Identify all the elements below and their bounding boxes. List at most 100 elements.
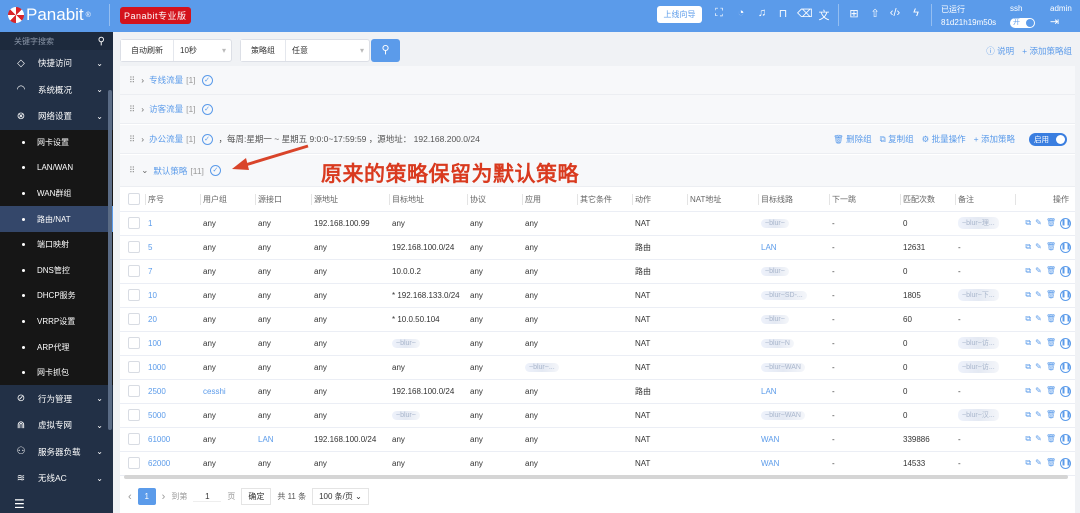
copy-icon[interactable]: ⧉	[1025, 266, 1031, 277]
add-policy-group-button[interactable]: + 添加策略组	[1022, 45, 1072, 57]
cell-id[interactable]: 5	[148, 243, 152, 252]
group-action-button[interactable]: 🗑 删除组	[833, 133, 872, 145]
page-size-select[interactable]: 100 条/页 ⌄	[312, 488, 369, 505]
group-action-button[interactable]: ⚙ 批量操作	[922, 133, 966, 145]
policy-group-row[interactable]: ⠿ › 专线流量 [1] ✓	[120, 66, 1075, 95]
sidebar-item[interactable]: ≋ 无线AC ⌄	[0, 465, 113, 492]
bell-icon[interactable]: ♫	[755, 7, 769, 19]
lightning-icon[interactable]: ϟ	[909, 7, 923, 19]
row-checkbox[interactable]	[128, 265, 140, 277]
drag-handle-icon[interactable]: ⠿	[129, 75, 135, 86]
trash-icon[interactable]: 🗑	[1046, 338, 1056, 349]
row-checkbox[interactable]	[128, 289, 140, 301]
sidebar-subitem[interactable]: LAN/WAN	[0, 155, 113, 181]
cell-id[interactable]: 1	[148, 219, 152, 228]
chevron-right-icon[interactable]: ›	[141, 104, 144, 114]
cell-id[interactable]: 100	[148, 339, 161, 348]
row-checkbox[interactable]	[128, 241, 140, 253]
chevron-right-icon[interactable]: ›	[141, 134, 144, 144]
edit-icon[interactable]: ✎	[1035, 386, 1042, 397]
pause-icon[interactable]: ❚❚	[1060, 433, 1071, 445]
row-checkbox[interactable]	[128, 217, 140, 229]
cell-line[interactable]: WAN	[761, 435, 779, 444]
row-checkbox[interactable]	[128, 385, 140, 397]
copy-icon[interactable]: ⧉	[1025, 338, 1031, 349]
collapse-menu-icon[interactable]: ☰	[14, 497, 25, 511]
trash-icon[interactable]: 🗑	[1046, 290, 1056, 301]
edit-icon[interactable]: ✎	[1035, 410, 1042, 421]
pause-icon[interactable]: ❚❚	[1060, 241, 1071, 253]
sidebar-scrollbar[interactable]	[108, 90, 112, 430]
row-checkbox[interactable]	[128, 361, 140, 373]
sidebar-subitem[interactable]: 网卡设置	[0, 130, 113, 156]
trash-icon[interactable]: 🗑	[1046, 242, 1056, 253]
logout-icon[interactable]: ⇥	[1050, 15, 1059, 28]
edit-icon[interactable]: ✎	[1035, 266, 1042, 277]
cell-line[interactable]: LAN	[761, 243, 777, 252]
drag-handle-icon[interactable]: ⠿	[129, 165, 135, 176]
sidebar-subitem[interactable]: DHCP服务	[0, 283, 113, 309]
pause-icon[interactable]: ❚❚	[1060, 337, 1071, 349]
pause-icon[interactable]: ❚❚	[1060, 457, 1071, 469]
edit-icon[interactable]: ✎	[1035, 314, 1042, 325]
cell-id[interactable]: 2500	[148, 387, 166, 396]
sidebar-subitem[interactable]: WAN群组	[0, 181, 113, 207]
cell-id[interactable]: 20	[148, 315, 157, 324]
apps-icon[interactable]: ⊞	[847, 7, 861, 20]
group-name[interactable]: 默认策略	[153, 165, 187, 177]
upload-icon[interactable]: ⇧	[868, 7, 882, 20]
drag-handle-icon[interactable]: ⠿	[129, 134, 135, 145]
policy-group-row[interactable]: ⠿ › 访客流量 [1] ✓	[120, 95, 1075, 124]
pause-icon[interactable]: ❚❚	[1060, 265, 1071, 277]
copy-icon[interactable]: ⧉	[1025, 314, 1031, 325]
group-name[interactable]: 办公流量	[149, 133, 183, 145]
edit-icon[interactable]: ✎	[1035, 338, 1042, 349]
sidebar-item[interactable]: ⚇ 服务器负载 ⌄	[0, 438, 113, 465]
trash-icon[interactable]: 🗑	[1046, 266, 1056, 277]
copy-icon[interactable]: ⧉	[1025, 242, 1031, 253]
search-button[interactable]: ⚲	[371, 39, 400, 62]
trash-icon[interactable]: 🗑	[1046, 386, 1056, 397]
cell-iface[interactable]: LAN	[258, 435, 274, 444]
trash-icon[interactable]: 🗑	[1046, 410, 1056, 421]
cell-id[interactable]: 7	[148, 267, 152, 276]
pause-icon[interactable]: ❚❚	[1060, 361, 1071, 373]
copy-icon[interactable]: ⧉	[1025, 458, 1031, 469]
cell-line[interactable]: LAN	[761, 387, 777, 396]
copy-icon[interactable]: ⧉	[1025, 386, 1031, 397]
trash-icon[interactable]: 🗑	[1046, 314, 1056, 325]
row-checkbox[interactable]	[128, 337, 140, 349]
group-action-button[interactable]: ⧉ 复制组	[880, 133, 914, 145]
edit-icon[interactable]: ✎	[1035, 434, 1042, 445]
edit-icon[interactable]: ✎	[1035, 362, 1042, 373]
cell-id[interactable]: 10	[148, 291, 157, 300]
pause-icon[interactable]: ❚❚	[1060, 409, 1071, 421]
ssh-toggle[interactable]: 开	[1010, 18, 1035, 28]
copy-icon[interactable]: ⧉	[1025, 362, 1031, 373]
row-checkbox[interactable]	[128, 457, 140, 469]
cell-id[interactable]: 61000	[148, 435, 170, 444]
sidebar-subitem[interactable]: DNS管控	[0, 257, 113, 283]
group-name[interactable]: 访客流量	[149, 103, 183, 115]
trash-icon[interactable]: 🗑	[1046, 458, 1056, 469]
clear-cache-icon[interactable]: ⌫	[797, 7, 813, 20]
chevron-down-icon[interactable]: ⌄	[141, 165, 148, 176]
palette-icon[interactable]: ◔	[734, 7, 748, 19]
cell-id[interactable]: 1000	[148, 363, 166, 372]
chevron-right-icon[interactable]: ›	[141, 75, 144, 85]
help-link[interactable]: ⓘ 说明	[986, 45, 1014, 57]
sidebar-subitem[interactable]: 网卡抓包	[0, 360, 113, 386]
copy-icon[interactable]: ⧉	[1025, 434, 1031, 445]
select-all-checkbox[interactable]	[120, 188, 145, 212]
pause-icon[interactable]: ❚❚	[1060, 385, 1071, 397]
cell-id[interactable]: 62000	[148, 459, 170, 468]
table-horizontal-scrollbar[interactable]	[124, 475, 1068, 479]
copy-icon[interactable]: ⧉	[1025, 290, 1031, 301]
setup-wizard-button[interactable]: 上线向导	[657, 6, 702, 23]
sidebar-search[interactable]: 关键字搜索 ⚲	[0, 32, 113, 50]
code-icon[interactable]: ‹/›	[888, 7, 902, 19]
book-icon[interactable]: ⊓	[776, 7, 790, 20]
group-action-button[interactable]: + 添加策略	[974, 133, 1015, 145]
cell-user[interactable]: cesshi	[203, 387, 226, 396]
cell-id[interactable]: 5000	[148, 411, 166, 420]
